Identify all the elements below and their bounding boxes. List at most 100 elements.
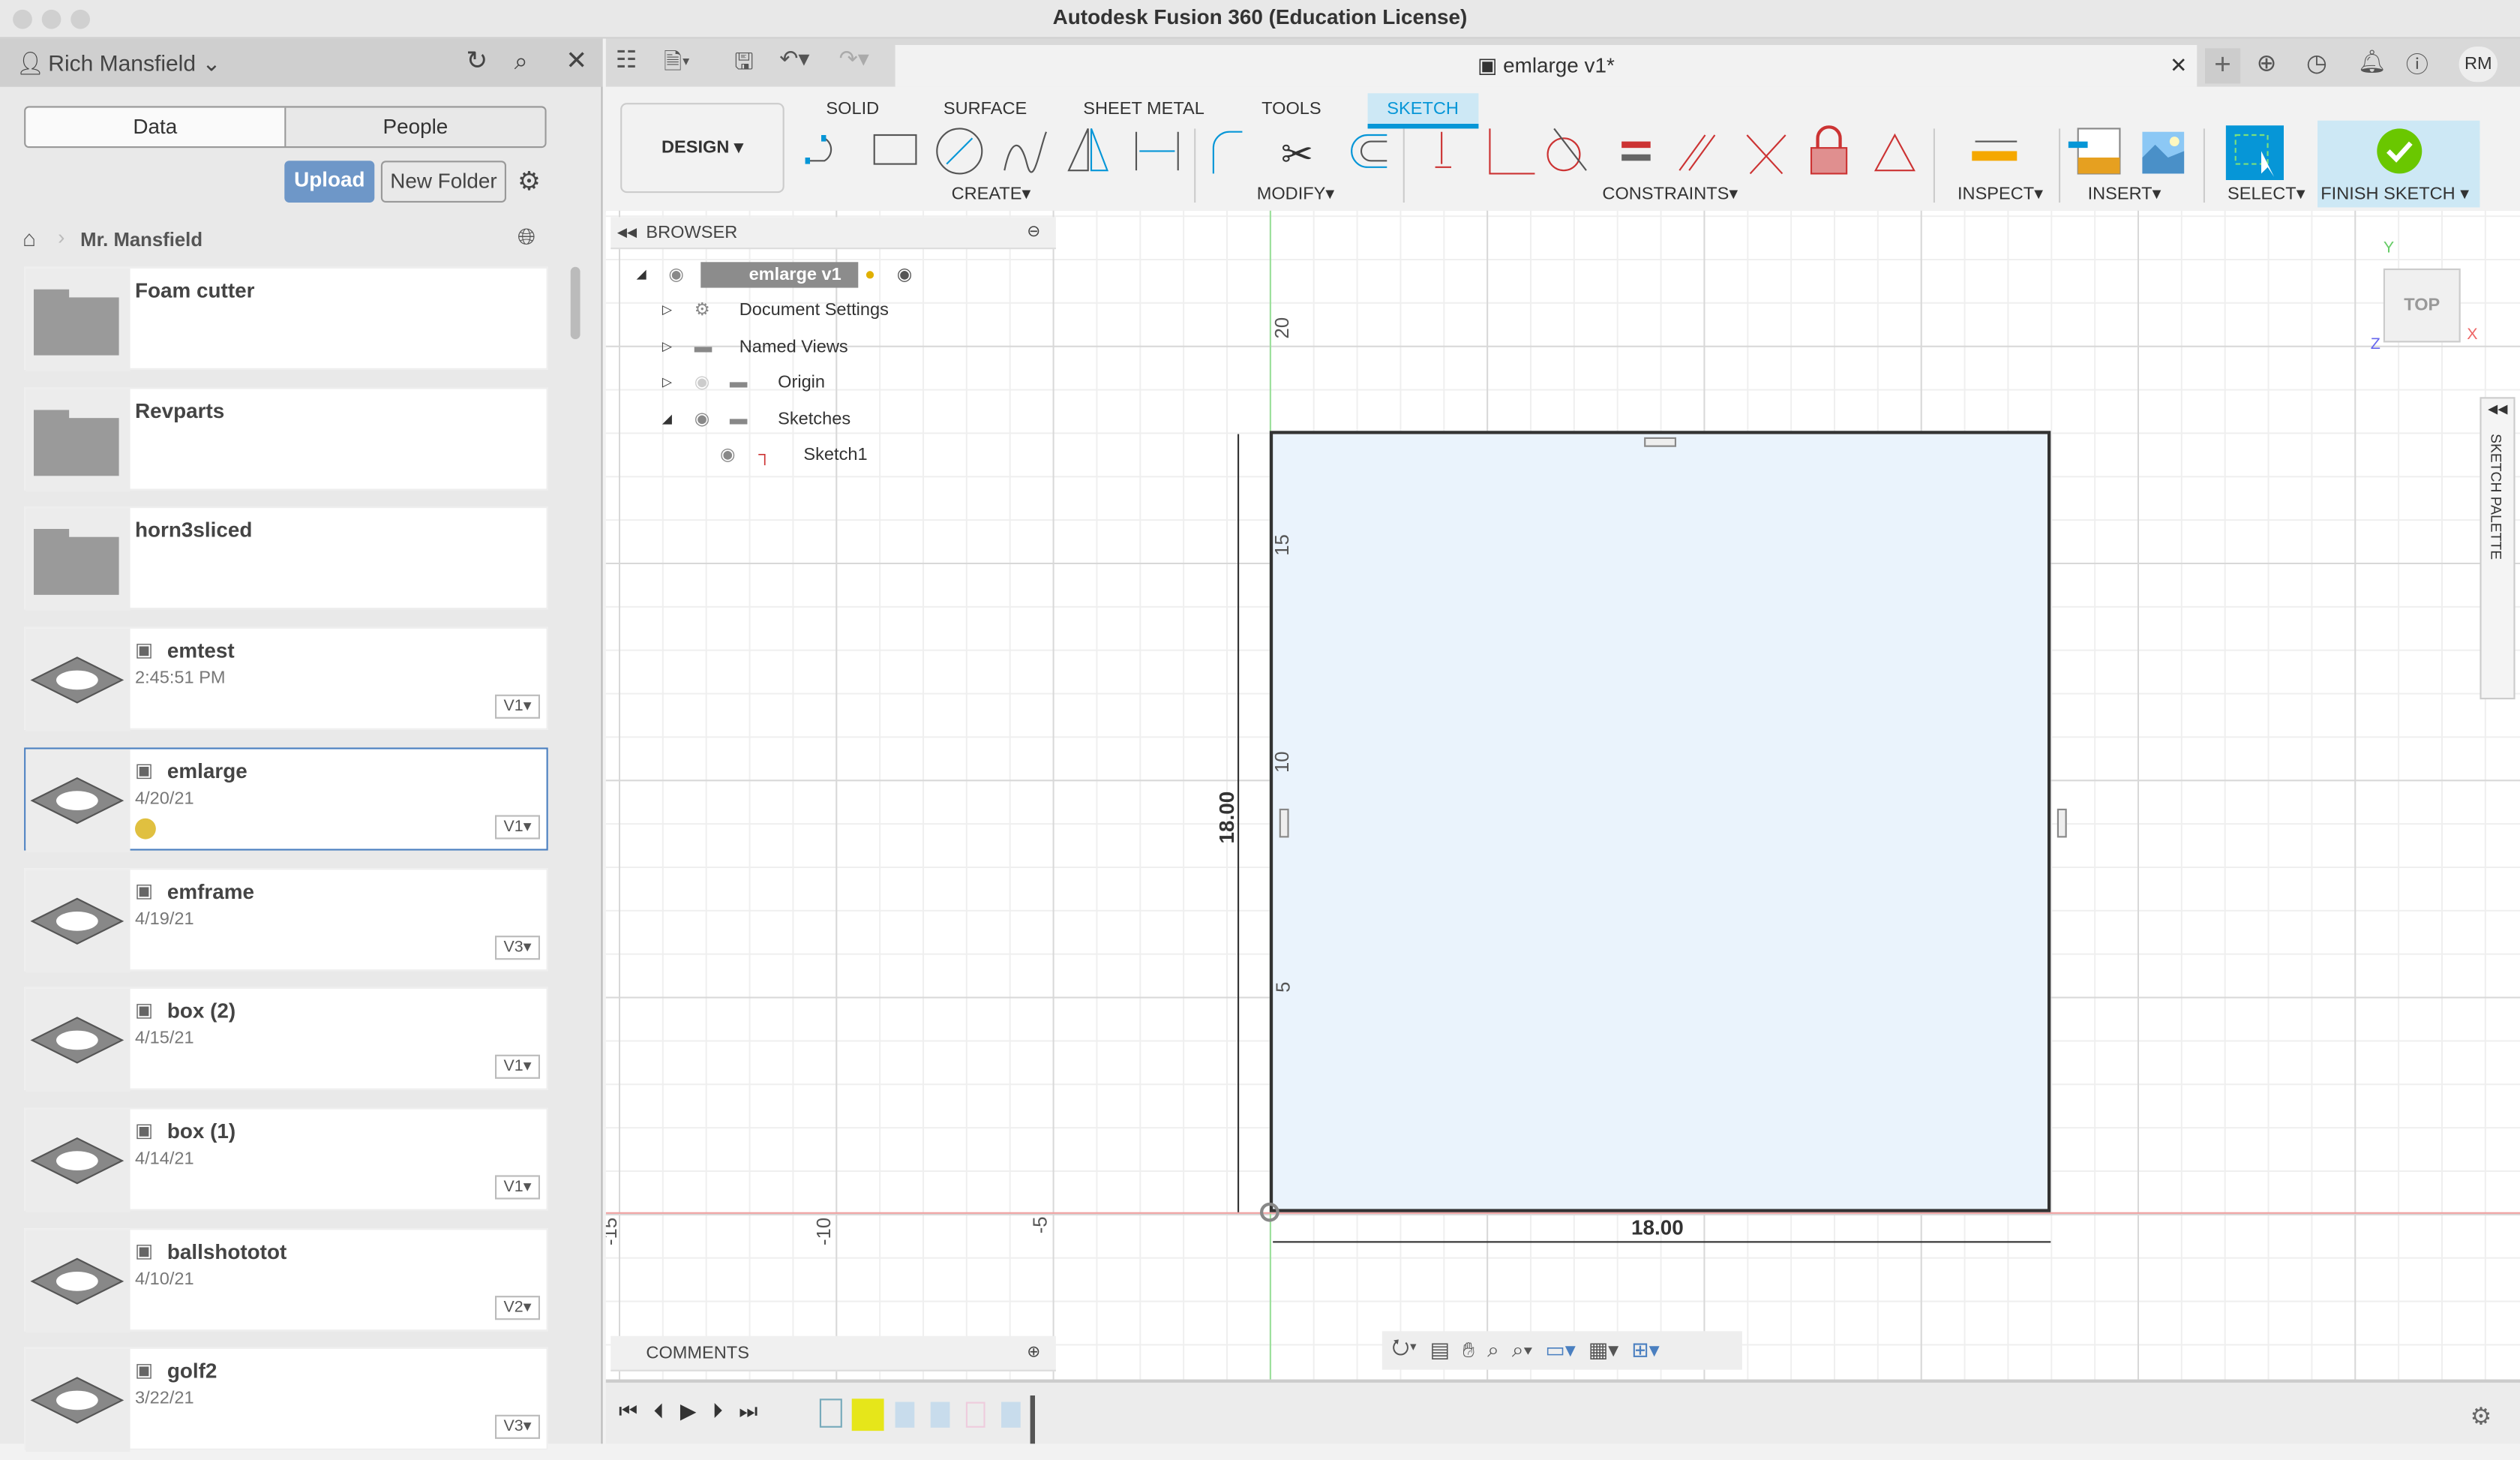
add-comment-icon[interactable]: ⊕ <box>1027 1336 1040 1371</box>
minimize-icon[interactable]: ⊖ <box>1027 217 1040 249</box>
circle-tool-icon[interactable] <box>936 128 983 175</box>
tree-node-named-views[interactable]: ▷ ▬ Named Views <box>630 331 952 363</box>
version-dropdown[interactable]: V1▾ <box>495 694 540 719</box>
search-icon[interactable]: ⌕ <box>514 38 528 86</box>
timeline-settings-gear-icon[interactable]: ⚙ <box>2470 1402 2492 1431</box>
redo-icon[interactable]: ↷▾ <box>839 45 869 72</box>
timeline-extrude-feature[interactable] <box>1001 1401 1021 1428</box>
modify-menu[interactable]: MODIFY▾ <box>1257 183 1335 204</box>
play-icon[interactable]: ▶︎ <box>680 1398 696 1424</box>
extensions-icon[interactable]: ⊕ <box>2257 48 2277 77</box>
scrollbar[interactable] <box>570 266 580 340</box>
fix-constraint-icon[interactable] <box>1435 131 1451 168</box>
timeline-sketch-feature-active[interactable] <box>851 1398 884 1431</box>
insert-menu[interactable]: INSERT▾ <box>2088 183 2162 204</box>
go-to-start-icon[interactable]: ⏮︎ <box>619 1398 638 1424</box>
mirror-tool-icon[interactable] <box>1067 128 1108 172</box>
design-item[interactable]: box (1) ▣ 4/14/21 V1▾ <box>24 1107 548 1212</box>
tangent-constraint-icon[interactable] <box>1546 128 1587 172</box>
timeline-sketch-feature[interactable] <box>819 1398 842 1428</box>
tab-tools[interactable]: TOOLS <box>1252 93 1330 125</box>
select-menu[interactable]: SELECT▾ <box>2228 183 2306 204</box>
tree-node-origin[interactable]: ▷ ◉ ▬ Origin <box>630 367 952 399</box>
tab-sheet-metal[interactable]: SHEET METAL <box>1073 93 1214 125</box>
look-at-icon[interactable]: ▤ <box>1430 1338 1450 1363</box>
version-dropdown[interactable]: V2▾ <box>495 1295 540 1320</box>
tree-node-sketch1[interactable]: ◉ ┐ Sketch1 <box>630 439 952 471</box>
browser-panel-header[interactable]: ◀◀ BROWSER ⊖ <box>610 217 1056 250</box>
breadcrumb[interactable]: Mr. Mansfield <box>80 228 202 251</box>
inspect-menu[interactable]: INSPECT▾ <box>1958 183 2043 204</box>
vertical-constraint-glyph[interactable] <box>1279 808 1289 838</box>
timeline-extrude-feature[interactable] <box>895 1401 915 1428</box>
upload-button[interactable]: Upload <box>284 161 375 203</box>
workspace-switcher[interactable]: DESIGN ▾ <box>620 103 784 194</box>
radio-icon[interactable]: ◉ <box>897 259 913 291</box>
create-menu[interactable]: CREATE▾ <box>952 183 1031 204</box>
new-tab-icon[interactable]: + <box>2205 48 2241 84</box>
app-grid-icon[interactable]: ☷ <box>616 45 638 74</box>
activate-icon[interactable]: ● <box>865 259 875 291</box>
go-to-end-icon[interactable]: ⏭︎ <box>739 1398 758 1424</box>
constraints-menu[interactable]: CONSTRAINTS▾ <box>1602 183 1738 204</box>
vertical-constraint-glyph[interactable] <box>2056 808 2067 838</box>
zoom-window-button[interactable] <box>70 9 90 29</box>
design-item[interactable]: emframe ▣ 4/19/21 V3▾ <box>24 867 548 972</box>
eye-icon[interactable]: ◉ <box>668 259 684 291</box>
globe-icon[interactable]: 🌐︎ <box>518 224 536 251</box>
insert-svg-icon[interactable] <box>2068 128 2121 175</box>
timeline-extrude-feature[interactable] <box>930 1401 950 1428</box>
pan-hand-icon[interactable]: ✋︎ <box>1462 1338 1474 1363</box>
tab-sketch[interactable]: SKETCH <box>1367 93 1478 129</box>
eye-hidden-icon[interactable]: ◉ <box>694 367 710 399</box>
tree-node-document-settings[interactable]: ▷ ⚙ Document Settings <box>630 294 952 326</box>
help-icon[interactable]: ⓘ <box>2406 48 2428 80</box>
document-tab[interactable]: ▣ emlarge v1* ✕ <box>895 45 2198 87</box>
version-dropdown[interactable]: V1▾ <box>495 1175 540 1200</box>
tab-people[interactable]: People <box>286 107 545 146</box>
new-folder-button[interactable]: New Folder <box>380 161 506 203</box>
width-dimension[interactable]: 18.00 <box>1631 1215 1684 1239</box>
job-status-icon[interactable]: ◷ <box>2306 48 2327 77</box>
symmetry-constraint-icon[interactable] <box>1874 133 1916 172</box>
design-item[interactable]: emtest ▣ 2:45:51 PM V1▾ <box>24 626 548 732</box>
parallel-constraint-icon[interactable] <box>1678 134 1716 171</box>
collapse-icon[interactable]: ◀◀ <box>617 217 637 249</box>
timeline-sketch-feature[interactable] <box>965 1401 986 1428</box>
folder-item[interactable]: horn3sliced <box>24 506 548 612</box>
origin-point[interactable] <box>1260 1202 1280 1222</box>
tree-node-sketches[interactable]: ◢ ◉ ▬ Sketches <box>630 404 952 436</box>
version-dropdown[interactable]: V1▾ <box>495 814 540 840</box>
sketch-rectangle[interactable] <box>1269 431 2051 1212</box>
close-tab-icon[interactable]: ✕ <box>2170 45 2187 87</box>
step-forward-icon[interactable]: ⏵︎ <box>712 1398 723 1424</box>
design-item[interactable]: emlarge ▣ 4/20/21 V1▾ <box>24 747 548 852</box>
close-icon[interactable]: ✕ <box>566 38 587 86</box>
folder-item[interactable]: Foam cutter <box>24 266 548 371</box>
undo-icon[interactable]: ↶▾ <box>779 45 809 72</box>
fit-icon[interactable]: ⌕▾ <box>1512 1338 1532 1363</box>
insert-image-icon[interactable] <box>2142 131 2185 174</box>
timeline-marker[interactable] <box>1030 1395 1035 1444</box>
fillet-tool-icon[interactable] <box>1212 131 1243 174</box>
horizontal-constraint-glyph[interactable] <box>1644 437 1676 447</box>
select-tool-icon[interactable] <box>2225 125 2284 180</box>
version-dropdown[interactable]: V1▾ <box>495 1055 540 1080</box>
refresh-icon[interactable]: ↻ <box>466 38 488 86</box>
file-menu-icon[interactable]: 🗎︎▾ <box>664 45 690 83</box>
dimension-tool-icon[interactable] <box>1135 131 1179 171</box>
tab-solid[interactable]: SOLID <box>817 93 889 125</box>
user-avatar[interactable]: RM <box>2458 47 2498 83</box>
trim-scissors-icon[interactable]: ✂ <box>1281 132 1313 176</box>
tab-surface[interactable]: SURFACE <box>934 93 1036 125</box>
minimize-window-button[interactable] <box>41 9 62 29</box>
close-window-button[interactable] <box>13 9 32 29</box>
version-dropdown[interactable]: V3▾ <box>495 935 540 960</box>
design-item[interactable]: ballshototot ▣ 4/10/21 V2▾ <box>24 1227 548 1332</box>
display-settings-icon[interactable]: ▭▾ <box>1545 1338 1575 1363</box>
perpendicular-constraint-icon[interactable] <box>1746 134 1786 175</box>
design-item[interactable]: box (2) ▣ 4/15/21 V1▾ <box>24 987 548 1092</box>
save-icon[interactable]: 🖫︎ <box>734 45 754 83</box>
lock-constraint-icon[interactable] <box>1810 125 1848 175</box>
finish-sketch-button[interactable]: FINISH SKETCH ▾ <box>2318 120 2480 208</box>
